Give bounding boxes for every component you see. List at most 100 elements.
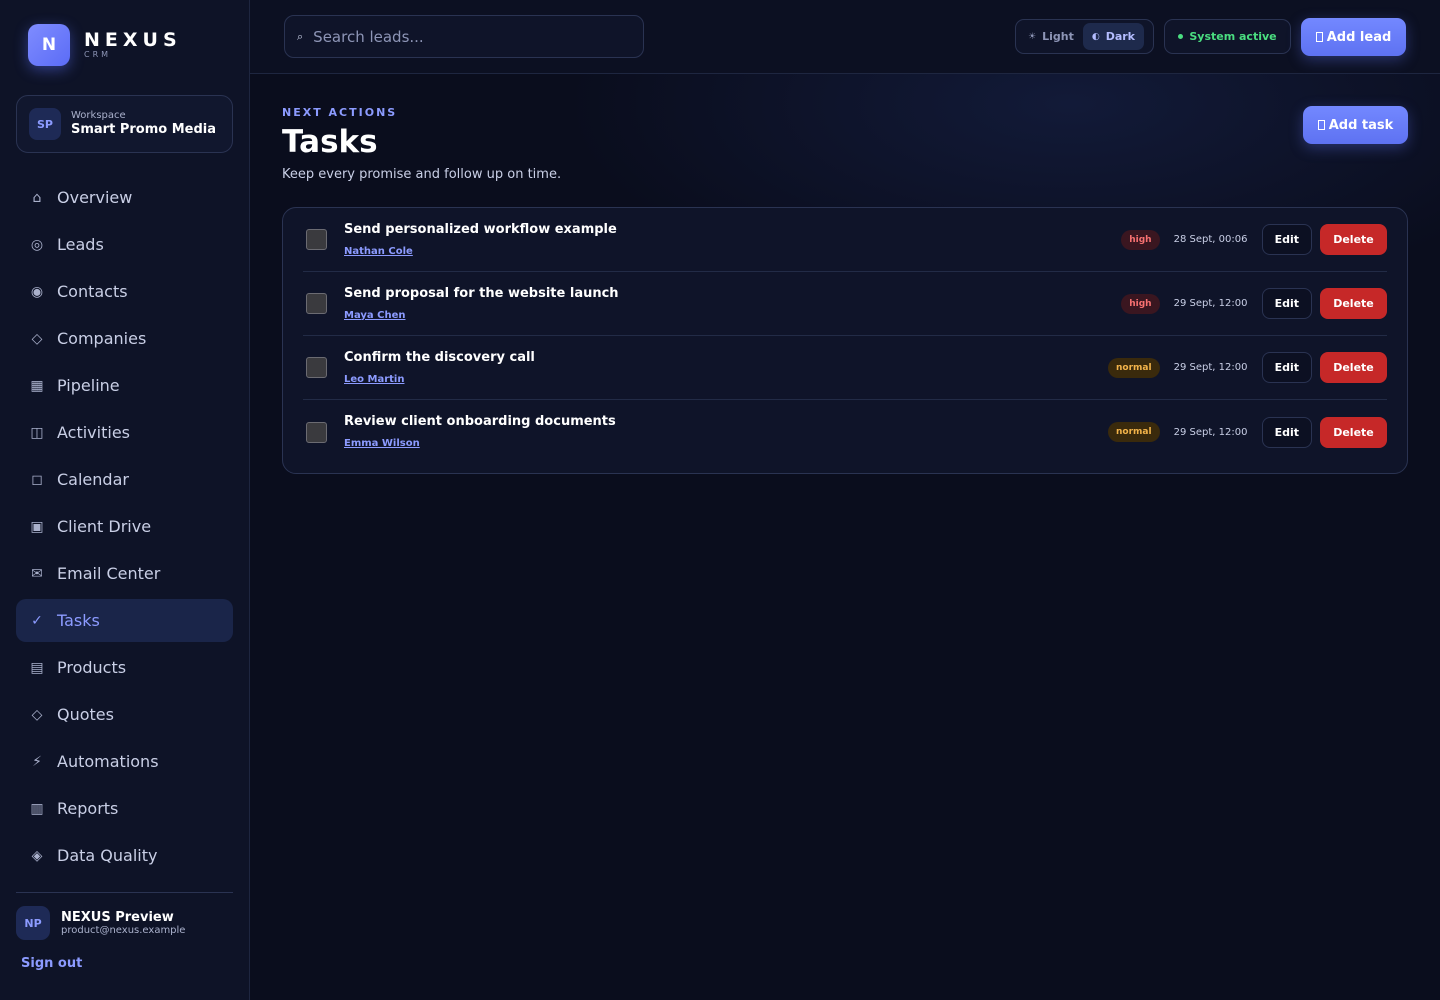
brand-name: NEXUS [84,29,182,51]
brand[interactable]: N NEXUS CRM [28,24,182,66]
sidebar-item-label: Leads [57,235,104,254]
avatar: NP [16,906,50,940]
theme-light-button[interactable]: ☀ Light [1019,23,1083,50]
sidebar-item-quotes[interactable]: ◇ Quotes [16,693,233,736]
calendar-icon: ◻ [31,471,43,488]
task-contact-link[interactable]: Nathan Cole [344,246,413,257]
status-dot-icon [1178,34,1184,39]
add-lead-button[interactable]: Add lead [1301,18,1406,56]
diamond-icon: ◇ [31,330,43,347]
user-name: NEXUS Preview [61,909,174,925]
task-contact-link[interactable]: Leo Martin [344,374,404,385]
task-due-date: 29 Sept, 12:00 [1173,426,1248,438]
delete-button[interactable]: Delete [1320,224,1387,255]
sidebar-item-calendar[interactable]: ◻ Calendar [16,458,233,501]
add-lead-label: Add lead [1326,29,1392,45]
page-eyebrow: NEXT ACTIONS [282,106,398,119]
page-subtitle: Keep every promise and follow up on time… [282,167,562,182]
sidebar-item-products[interactable]: ▤ Products [16,646,233,689]
sidebar-item-label: Automations [57,752,159,771]
edit-button[interactable]: Edit [1261,352,1312,383]
home-icon: ⌂ [32,189,42,206]
sidebar-item-activities[interactable]: ◫ Activities [16,411,233,454]
shield-diamond-icon: ◈ [31,847,43,864]
task-checkbox[interactable] [306,421,327,443]
sidebar-nav: ⌂ Overview ◎ Leads ◉ Contacts ◇ Companies ▦ Pipel… [16,176,233,881]
sidebar-item-label: Reports [57,799,119,818]
sidebar-item-reports[interactable]: ▥ Reports [16,787,233,830]
chart-icon: ▥ [30,800,44,817]
task-checkbox[interactable] [306,293,327,314]
add-task-button[interactable]: Add task [1303,106,1408,144]
task-checkbox[interactable] [306,357,327,378]
sidebar-item-label: Pipeline [57,376,120,395]
task-title: Review client onboarding documents [344,414,616,429]
status-badge: System active [1164,19,1291,54]
task-due-date: 29 Sept, 12:00 [1173,298,1248,309]
workspace-label: Workspace [71,110,126,121]
task-row: Review client onboarding documents Emma W… [303,400,1387,464]
workspace-avatar: SP [29,108,61,140]
check-icon: ✓ [31,612,43,629]
main-content: NEXT ACTIONS Tasks Keep every promise an… [250,74,1440,1000]
task-row: Send proposal for the website launch Maya… [303,272,1387,336]
task-row: Send personalized workflow example Nathan… [303,208,1387,272]
theme-dark-label: Dark [1105,30,1135,43]
task-title: Send proposal for the website launch [344,285,619,301]
priority-badge: normal [1108,357,1160,378]
sidebar-item-email-center[interactable]: ✉ Email Center [16,552,233,595]
sidebar-item-label: Activities [57,423,130,442]
theme-dark-button[interactable]: ◐ Dark [1082,23,1144,50]
priority-badge: high [1121,293,1160,314]
task-info: Send proposal for the website launch Maya… [344,285,1121,323]
delete-button[interactable]: Delete [1320,352,1387,383]
task-due-date: 29 Sept, 12:00 [1173,362,1248,373]
search-input[interactable] [313,27,614,46]
user-text: NEXUS Preview product@nexus.example [61,910,185,937]
task-contact-link[interactable]: Emma Wilson [344,438,420,449]
sidebar-item-tasks[interactable]: ✓ Tasks [16,599,233,642]
brand-text: NEXUS CRM [84,30,182,60]
sign-out-link[interactable]: Sign out [21,956,82,971]
add-icon [1317,120,1325,130]
status-label: System active [1189,30,1277,43]
search-box[interactable]: ⌕ [284,15,644,58]
priority-badge: high [1121,229,1160,250]
task-title: Confirm the discovery call [344,349,535,365]
page-title: Tasks [282,124,378,160]
list-icon: ▤ [30,659,44,676]
sidebar-item-label: Tasks [57,611,100,630]
task-due-date: 28 Sept, 00:06 [1173,234,1248,245]
edit-button[interactable]: Edit [1261,288,1312,319]
delete-button[interactable]: Delete [1320,288,1387,319]
sidebar-item-contacts[interactable]: ◉ Contacts [16,270,233,313]
sidebar-item-leads[interactable]: ◎ Leads [16,223,233,266]
user-profile[interactable]: NP NEXUS Preview product@nexus.example [16,906,185,940]
user-email: product@nexus.example [61,924,186,936]
sidebar-item-data-quality[interactable]: ◈ Data Quality [16,834,233,877]
top-bar: ⌕ ☀ Light ◐ Dark System active Add lead [250,0,1440,74]
task-list: Send personalized workflow example Nathan… [282,207,1408,474]
priority-badge: normal [1108,422,1160,442]
sidebar-item-label: Calendar [57,470,129,489]
task-checkbox[interactable] [306,229,327,250]
bolt-icon: ⚡ [32,753,42,770]
sidebar-item-label: Companies [57,329,147,348]
sidebar: N NEXUS CRM SP Workspace Smart Promo Med… [0,0,250,1000]
sidebar-item-overview[interactable]: ⌂ Overview [16,176,233,219]
task-row: Confirm the discovery call Leo Martin norm… [303,336,1387,400]
edit-button[interactable]: Edit [1261,224,1312,255]
sidebar-item-pipeline[interactable]: ▦ Pipeline [16,364,233,407]
sidebar-item-companies[interactable]: ◇ Companies [16,317,233,360]
contact-icon: ◉ [30,283,44,300]
drive-icon: ▣ [30,518,44,535]
delete-button[interactable]: Delete [1320,416,1387,448]
edit-button[interactable]: Edit [1261,416,1312,448]
task-contact-link[interactable]: Maya Chen [344,310,406,321]
workspace-switcher[interactable]: SP Workspace Smart Promo Media [16,95,233,153]
columns-icon: ◫ [30,424,44,441]
sidebar-item-client-drive[interactable]: ▣ Client Drive [16,505,233,548]
sidebar-divider [16,892,233,893]
task-info: Send personalized workflow example Nathan… [344,221,1121,259]
sidebar-item-automations[interactable]: ⚡ Automations [16,740,233,783]
